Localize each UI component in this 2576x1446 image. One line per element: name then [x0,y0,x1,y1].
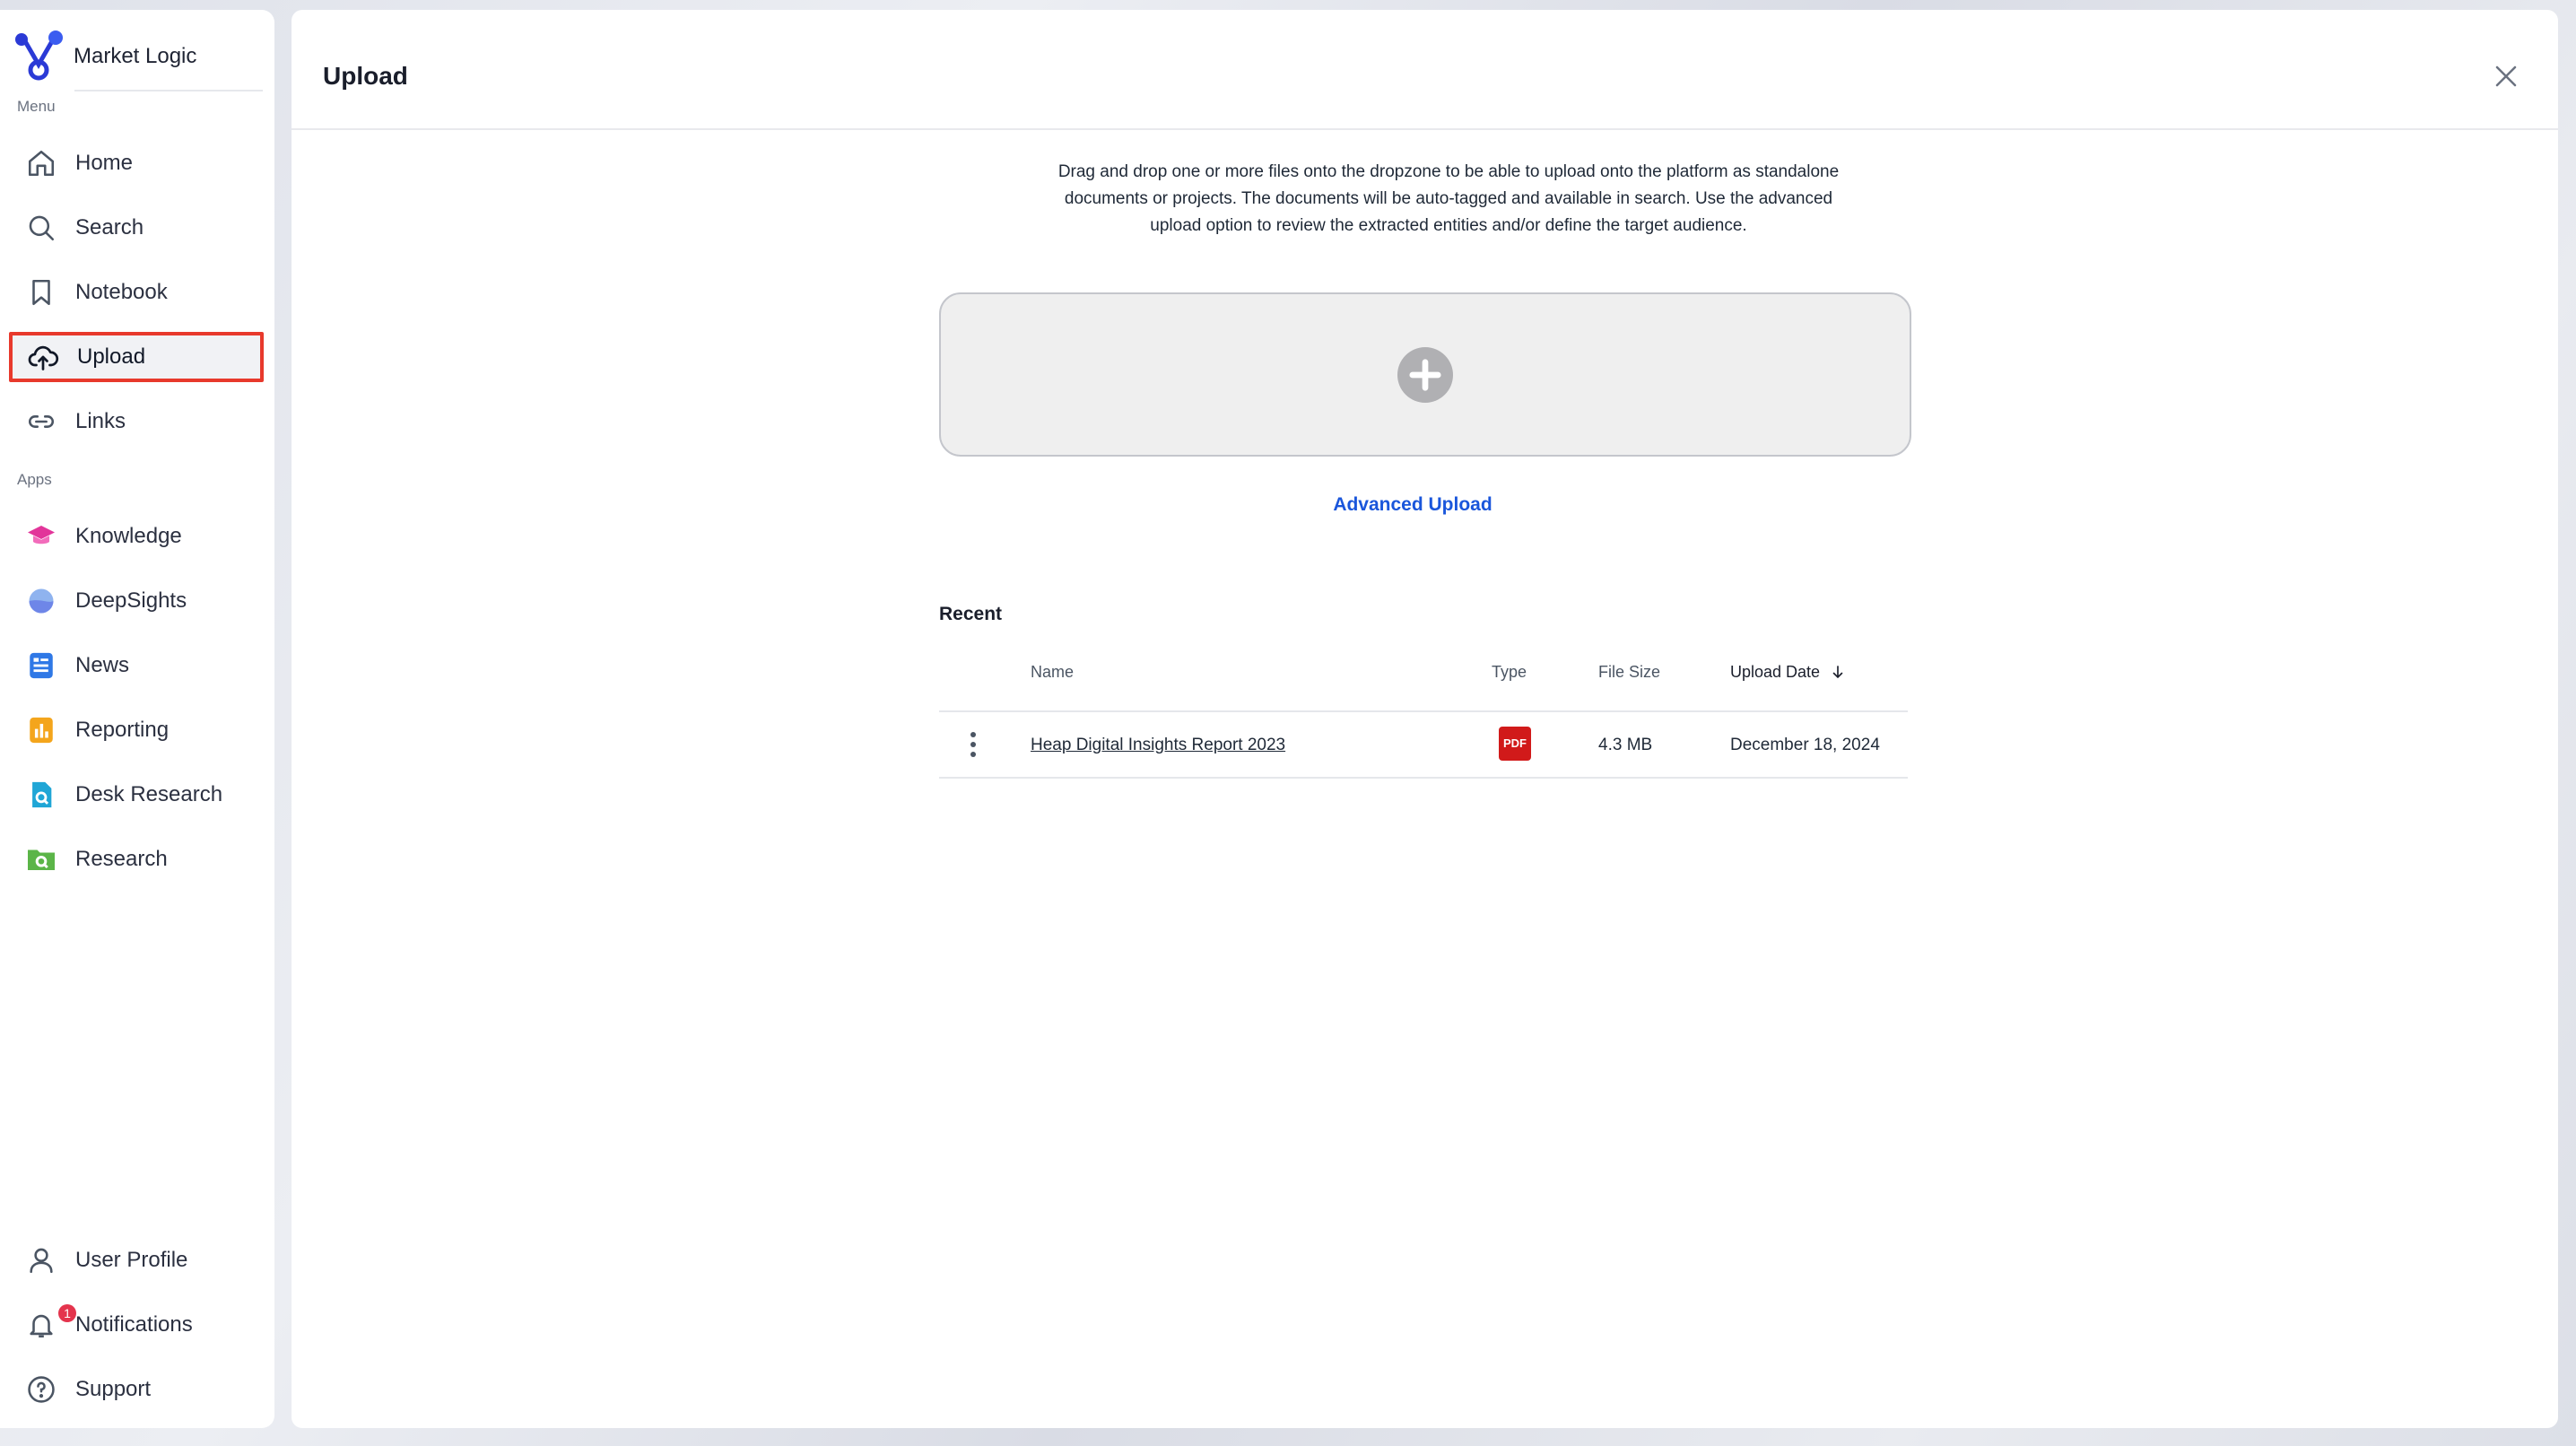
sidebar-item-label: Desk Research [75,782,223,806]
panel-header: Upload [292,10,2558,130]
help-circle-icon [14,1364,68,1415]
sidebar-item-desk-research[interactable]: Desk Research [11,770,262,820]
desk-research-icon [14,770,68,820]
sidebar-item-label: User Profile [75,1248,188,1272]
sidebar-item-label: Knowledge [75,524,182,548]
apps-section-label: Apps [17,471,52,488]
sidebar-item-knowledge[interactable]: Knowledge [11,511,262,562]
close-button[interactable] [2488,58,2524,94]
column-header-type[interactable]: Type [1492,663,1527,682]
column-header-upload-date[interactable]: Upload Date [1730,663,1846,682]
bell-icon: 1 [14,1300,76,1350]
sidebar-item-upload[interactable]: Upload [9,332,264,382]
file-name-link[interactable]: Heap Digital Insights Report 2023 [1031,736,1285,755]
research-folder-icon [14,834,68,884]
file-size-cell: 4.3 MB [1598,736,1653,754]
column-header-name[interactable]: Name [1031,663,1074,682]
deepsights-icon [14,576,68,626]
column-header-file-size[interactable]: File Size [1598,663,1660,682]
recent-table-header: Name Type File Size Upload Date [939,643,1908,712]
table-row: Heap Digital Insights Report 2023 PDF 4.… [939,712,1908,779]
sidebar-item-reporting[interactable]: Reporting [11,705,262,755]
arrow-down-icon [1832,666,1843,679]
sidebar-item-label: Support [75,1377,152,1401]
home-icon [14,138,68,188]
bookmark-icon [14,267,68,318]
sidebar-item-research[interactable]: Research [11,834,262,884]
upload-panel: Upload Drag and drop one or more files o… [292,10,2558,1428]
sidebar-item-user-profile[interactable]: User Profile [11,1235,262,1285]
sidebar-item-label: Notifications [75,1312,193,1337]
bar-chart-icon [14,705,68,755]
recent-section-title: Recent [939,604,1003,624]
row-actions-menu-icon[interactable] [962,728,984,761]
sidebar-item-label: News [75,653,130,677]
market-logic-logo-icon [15,30,63,81]
column-header-upload-date-label: Upload Date [1730,663,1821,681]
upload-description: Drag and drop one or more files onto the… [1057,162,1840,235]
sidebar-item-links[interactable]: Links [11,396,262,447]
sidebar-item-search[interactable]: Search [11,203,262,253]
sidebar-item-deepsights[interactable]: DeepSights [11,576,262,626]
page-title: Upload [323,62,408,90]
sidebar-item-notifications[interactable]: 1 Notifications [11,1300,262,1350]
sidebar-item-label: Research [75,847,168,871]
sidebar-item-home[interactable]: Home [11,138,262,188]
sidebar-item-label: DeepSights [75,588,187,613]
sidebar-item-support[interactable]: Support [11,1364,262,1415]
pdf-file-icon: PDF [1499,727,1531,761]
sidebar-item-label: Search [75,215,144,240]
brand-name: Market Logic [74,44,197,68]
sidebar-item-label: Notebook [75,280,168,304]
sidebar-item-label: Reporting [75,718,170,742]
advanced-upload-link[interactable]: Advanced Upload [1188,494,1637,516]
sidebar-item-label: Home [75,151,134,175]
notification-badge: 1 [58,1304,76,1322]
upload-date-cell: December 18, 2024 [1730,736,1880,754]
file-dropzone[interactable] [939,292,1911,457]
graduation-cap-icon [14,511,68,562]
user-icon [14,1235,68,1285]
news-icon [14,640,68,691]
sidebar-item-news[interactable]: News [11,640,262,691]
close-icon [2495,65,2517,87]
plus-circle-icon [1397,346,1453,403]
sidebar: Market Logic Menu Home Search Notebook U… [0,10,274,1428]
sidebar-item-label: Links [75,409,126,433]
cloud-upload-icon [16,332,70,382]
menu-section-label: Menu [17,98,56,115]
brand-divider [74,90,263,91]
sidebar-item-notebook[interactable]: Notebook [11,267,262,318]
brand[interactable]: Market Logic [11,30,262,83]
link-icon [14,396,68,447]
search-icon [14,203,68,253]
sidebar-item-label: Upload [77,344,146,369]
